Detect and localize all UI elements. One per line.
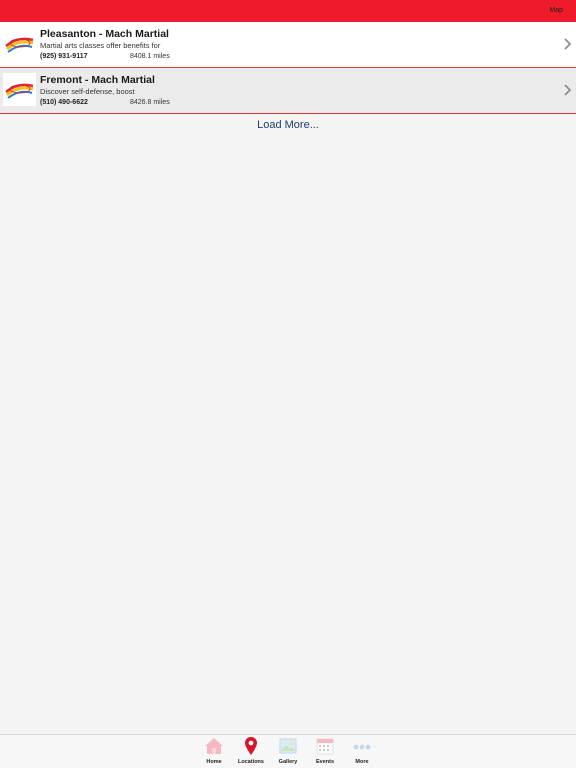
location-phone[interactable]: (510) 490-6622 <box>40 99 88 106</box>
tab-more[interactable]: More <box>344 737 380 767</box>
bottom-tab-bar: Home Locations Gallery Events More <box>0 734 576 768</box>
location-distance: 8426.8 miles <box>130 99 170 106</box>
tab-events[interactable]: Events <box>307 737 343 767</box>
location-row[interactable]: Pleasanton - Mach Martial Martial arts c… <box>0 22 576 68</box>
gallery-icon <box>277 737 299 755</box>
tab-label: More <box>355 759 369 765</box>
top-nav-bar: Map <box>0 0 576 22</box>
location-title: Fremont - Mach Martial <box>40 74 155 86</box>
location-description: Discover self-defense, boost <box>40 87 135 96</box>
location-row[interactable]: Fremont - Mach Martial Discover self-def… <box>0 68 576 114</box>
map-button[interactable]: Map <box>549 7 563 14</box>
load-more-button[interactable]: Load More... <box>0 119 576 131</box>
location-phone[interactable]: (925) 931-9117 <box>40 53 87 60</box>
tab-label: Events <box>315 759 335 765</box>
chevron-right-icon <box>563 84 572 96</box>
location-pin-icon <box>240 737 262 755</box>
chevron-right-icon <box>563 38 572 50</box>
location-title: Pleasanton - Mach Martial <box>40 28 169 40</box>
location-description: Martial arts classes offer benefits for <box>40 41 161 50</box>
tab-gallery[interactable]: Gallery <box>270 737 306 767</box>
tab-home[interactable]: Home <box>196 737 232 767</box>
calendar-icon <box>314 737 336 755</box>
school-logo-thumbnail <box>3 73 36 106</box>
home-icon <box>203 737 225 755</box>
tab-label: Home <box>206 759 222 765</box>
tab-label: Locations <box>238 759 264 765</box>
tab-label: Gallery <box>278 759 298 765</box>
locations-list: Pleasanton - Mach Martial Martial arts c… <box>0 22 576 114</box>
school-logo-thumbnail <box>3 27 36 60</box>
location-distance: 8408.1 miles <box>130 53 170 60</box>
tab-locations[interactable]: Locations <box>233 737 269 767</box>
more-dots-icon <box>351 737 373 755</box>
